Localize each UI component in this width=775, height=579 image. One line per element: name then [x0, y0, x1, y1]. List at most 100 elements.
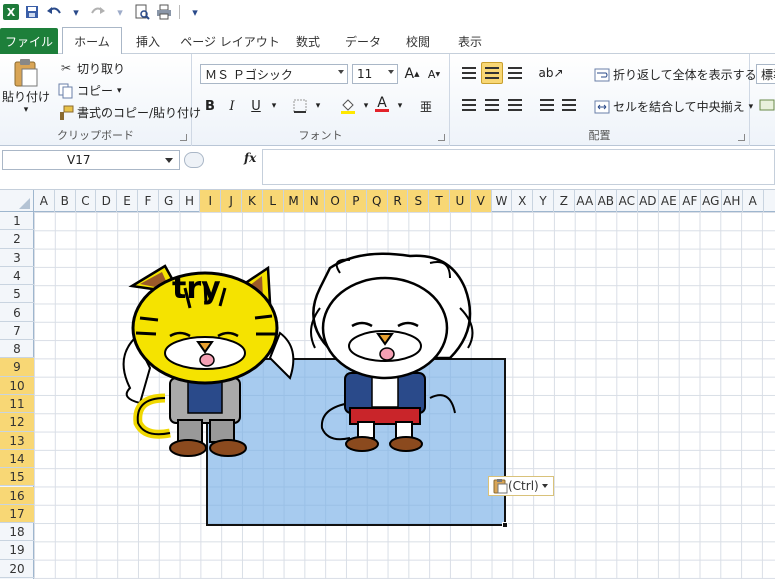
- font-color-button[interactable]: A: [372, 94, 392, 114]
- name-box-dropdown-icon[interactable]: [165, 158, 173, 163]
- font-size-dropdown-icon[interactable]: [388, 70, 394, 74]
- clipboard-launcher-icon[interactable]: [180, 134, 187, 141]
- align-top-button[interactable]: [458, 62, 480, 84]
- column-header[interactable]: T: [429, 190, 450, 212]
- column-header[interactable]: Z: [554, 190, 575, 212]
- align-right-button[interactable]: [504, 94, 526, 116]
- underline-dropdown-icon[interactable]: ▾: [264, 96, 284, 116]
- paste-button[interactable]: 貼り付け ▾: [2, 58, 50, 118]
- fill-handle[interactable]: [502, 522, 508, 528]
- formula-input[interactable]: [262, 149, 775, 185]
- column-header[interactable]: P: [346, 190, 367, 212]
- row-header[interactable]: 16: [0, 486, 34, 505]
- redo-icon[interactable]: [89, 3, 107, 21]
- name-box[interactable]: V17: [2, 150, 180, 170]
- phonetic-button[interactable]: 亜: [416, 96, 436, 116]
- column-header[interactable]: AH: [722, 190, 743, 212]
- column-header[interactable]: U: [450, 190, 471, 212]
- orientation-button[interactable]: ab↗: [538, 62, 563, 84]
- font-size-combo[interactable]: 11: [352, 64, 398, 84]
- row-header[interactable]: 19: [0, 541, 34, 560]
- row-header[interactable]: 12: [0, 413, 34, 432]
- currency-button[interactable]: [756, 94, 775, 116]
- copy-dropdown-icon[interactable]: ▾: [117, 86, 122, 96]
- column-header[interactable]: AD: [638, 190, 659, 212]
- save-icon[interactable]: [23, 3, 41, 21]
- column-header[interactable]: B: [55, 190, 76, 212]
- row-header[interactable]: 9: [0, 358, 34, 377]
- paste-dropdown-icon[interactable]: ▾: [24, 105, 29, 115]
- tab-home[interactable]: ホーム: [62, 27, 122, 55]
- column-header[interactable]: AE: [659, 190, 680, 212]
- row-header[interactable]: 14: [0, 449, 34, 469]
- select-all-button[interactable]: [0, 190, 34, 212]
- column-header[interactable]: K: [242, 190, 263, 212]
- quick-print-icon[interactable]: [155, 3, 173, 21]
- tab-file[interactable]: ファイル: [0, 28, 58, 54]
- row-header[interactable]: 6: [0, 304, 34, 322]
- copy-button[interactable]: コピー ▾: [58, 82, 122, 99]
- row-header[interactable]: 15: [0, 468, 34, 487]
- column-header[interactable]: L: [262, 190, 284, 212]
- lion-illustration[interactable]: try: [110, 248, 500, 463]
- row-header[interactable]: 2: [0, 230, 34, 249]
- row-header[interactable]: 18: [0, 523, 34, 542]
- format-painter-button[interactable]: 書式のコピー/貼り付け: [58, 104, 201, 121]
- align-left-button[interactable]: [458, 94, 480, 116]
- column-header[interactable]: E: [117, 190, 138, 212]
- column-header[interactable]: J: [221, 190, 242, 212]
- tab-insert[interactable]: 挿入: [128, 28, 168, 54]
- column-header[interactable]: N: [304, 190, 326, 212]
- undo-dropdown-icon[interactable]: ▾: [67, 3, 85, 21]
- bold-button[interactable]: B: [200, 96, 220, 116]
- column-header[interactable]: AB: [596, 190, 617, 212]
- row-header[interactable]: 4: [0, 267, 34, 286]
- column-header[interactable]: AG: [701, 190, 722, 212]
- paste-options-dropdown-icon[interactable]: [541, 484, 548, 488]
- customize-qat-icon[interactable]: ▾: [186, 3, 204, 21]
- print-preview-icon[interactable]: [133, 3, 151, 21]
- fill-color-button[interactable]: [338, 96, 358, 116]
- increase-indent-button[interactable]: [558, 94, 580, 116]
- column-header[interactable]: O: [325, 190, 346, 212]
- column-header[interactable]: G: [159, 190, 180, 212]
- grow-font-button[interactable]: A ▲: [402, 64, 422, 84]
- insert-function-icon[interactable]: fx: [244, 151, 256, 165]
- column-header[interactable]: V: [470, 190, 492, 212]
- row-header[interactable]: 11: [0, 395, 34, 414]
- align-bottom-button[interactable]: [504, 62, 526, 84]
- formula-bar-splitter[interactable]: [184, 152, 204, 168]
- column-header[interactable]: F: [138, 190, 159, 212]
- italic-button[interactable]: I: [222, 96, 242, 116]
- column-header[interactable]: M: [283, 190, 305, 212]
- column-header[interactable]: AC: [617, 190, 638, 212]
- column-header[interactable]: A: [743, 190, 764, 212]
- border-button[interactable]: [290, 96, 310, 116]
- align-center-button[interactable]: [481, 94, 503, 116]
- alignment-launcher-icon[interactable]: [738, 134, 745, 141]
- column-header[interactable]: D: [96, 190, 118, 212]
- row-header[interactable]: 13: [0, 431, 34, 450]
- column-header[interactable]: W: [492, 190, 513, 212]
- tab-page-layout[interactable]: ページ レイアウト: [180, 28, 280, 54]
- column-header[interactable]: Y: [533, 190, 554, 212]
- paste-options-button[interactable]: (Ctrl): [488, 476, 554, 496]
- tab-formulas[interactable]: 数式: [288, 28, 328, 54]
- row-header[interactable]: 8: [0, 340, 34, 359]
- column-header[interactable]: Q: [366, 190, 388, 212]
- row-header[interactable]: 17: [0, 504, 34, 524]
- column-header[interactable]: X: [512, 190, 534, 212]
- redo-dropdown-icon[interactable]: ▾: [111, 3, 129, 21]
- shrink-font-button[interactable]: A ▼: [424, 64, 444, 84]
- row-header[interactable]: 20: [0, 560, 34, 578]
- number-format-combo[interactable]: 標準: [756, 64, 775, 84]
- column-header[interactable]: I: [200, 190, 222, 212]
- column-header[interactable]: C: [76, 190, 97, 212]
- merge-center-button[interactable]: セルを結合して中央揃え ▾: [594, 98, 753, 115]
- tab-data[interactable]: データ: [340, 28, 386, 54]
- row-header[interactable]: 10: [0, 376, 34, 395]
- row-header[interactable]: 7: [0, 322, 34, 341]
- wrap-text-button[interactable]: 折り返して全体を表示する: [594, 66, 757, 83]
- column-header[interactable]: AF: [680, 190, 701, 212]
- column-header[interactable]: A: [34, 190, 55, 212]
